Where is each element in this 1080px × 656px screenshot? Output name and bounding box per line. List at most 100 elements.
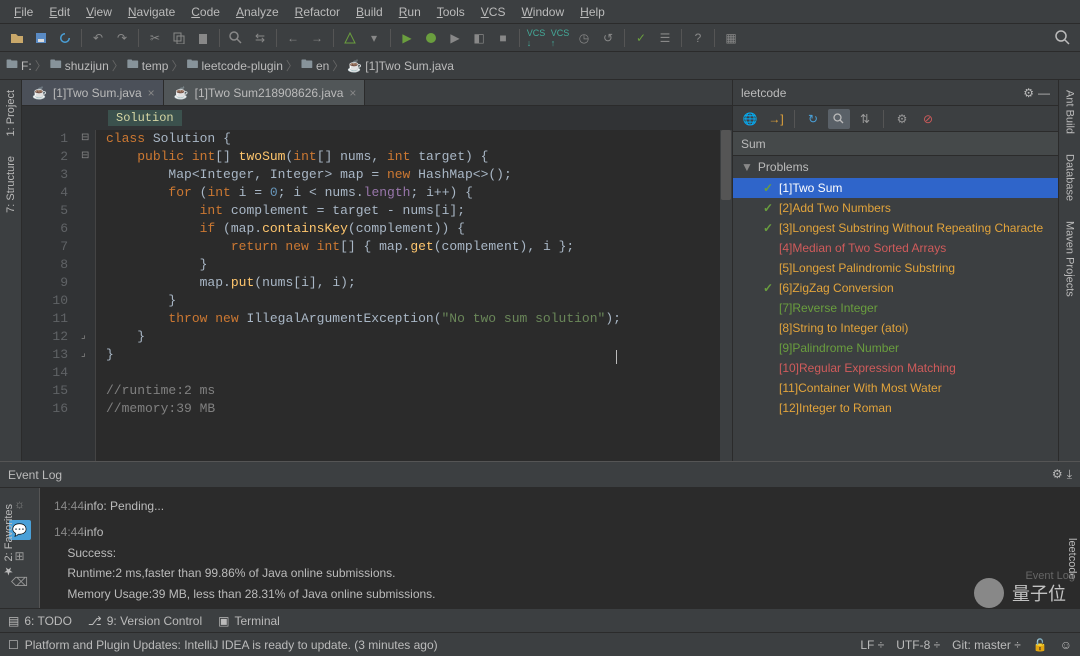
avd-icon[interactable]: ▦ [720,27,742,49]
paste-icon[interactable] [192,27,214,49]
settings-icon[interactable]: ✓ [630,27,652,49]
breadcrumb-item[interactable]: ☕[1]Two Sum.java [347,59,454,73]
git-branch[interactable]: Git: master ÷ [952,638,1021,652]
menu-run[interactable]: Run [391,3,429,21]
context-class[interactable]: Solution [108,110,182,126]
breadcrumb-item[interactable]: 🖿F: [6,55,32,76]
version-control-button[interactable]: ⎇ 9: Version Control [88,614,202,628]
problem-item[interactable]: [4]Median of Two Sorted Arrays [733,238,1058,258]
hector-icon[interactable]: ☺ [1060,638,1072,652]
find-icon[interactable] [225,27,247,49]
problem-item[interactable]: [12]Integer to Roman [733,398,1058,418]
editor-tabs: ☕[1]Two Sum.java×☕[1]Two Sum218908626.ja… [22,80,732,106]
vcs-history-icon[interactable]: ◷ [573,27,595,49]
menu-tools[interactable]: Tools [429,3,473,21]
log-entry: 14:44info Success: Runtime:2 ms,faster t… [54,522,1066,604]
breadcrumb-item[interactable]: 🖿shuzijun [50,55,109,76]
coverage-icon[interactable]: ▶ [444,27,466,49]
close-icon[interactable]: × [148,86,155,100]
menu-code[interactable]: Code [183,3,228,21]
window-icon[interactable]: ☐ [8,638,19,652]
problem-item[interactable]: ✓[3]Longest Substring Without Repeating … [733,218,1058,238]
menu-navigate[interactable]: Navigate [120,3,183,21]
redo-icon[interactable]: ↷ [111,27,133,49]
encoding[interactable]: UTF-8 ÷ [896,638,940,652]
problem-item[interactable]: [9]Palindrome Number [733,338,1058,358]
todo-button[interactable]: ▤ 6: TODO [8,614,72,628]
leetcode-search[interactable] [733,132,1058,156]
problem-item[interactable]: [11]Container With Most Water [733,378,1058,398]
menu-file[interactable]: File [6,3,41,21]
problem-item[interactable]: [7]Reverse Integer [733,298,1058,318]
line-ending[interactable]: LF ÷ [860,638,884,652]
breadcrumb-item[interactable]: 🖿en [301,55,329,76]
debug-icon[interactable] [420,27,442,49]
problem-item[interactable]: [8]String to Integer (atoi) [733,318,1058,338]
cut-icon[interactable]: ✂ [144,27,166,49]
undo-icon[interactable]: ↶ [87,27,109,49]
settings-icon[interactable]: ⚙ [891,109,913,129]
copy-icon[interactable] [168,27,190,49]
fold-column[interactable]: ⊟ ⊟ ⌟ ⌟ [78,130,96,461]
close-icon[interactable]: × [349,86,356,100]
menu-view[interactable]: View [78,3,120,21]
back-icon[interactable]: ← [282,27,304,49]
menu-vcs[interactable]: VCS [473,3,514,21]
menu-analyze[interactable]: Analyze [228,3,287,21]
dropdown-icon[interactable]: ▾ [363,27,385,49]
problem-item[interactable]: ✓[6]ZigZag Conversion [733,278,1058,298]
ant-build-tab[interactable]: Ant Build [1062,80,1078,144]
problem-item[interactable]: [5]Longest Palindromic Substring [733,258,1058,278]
replace-icon[interactable]: ⇆ [249,27,271,49]
vcs-revert-icon[interactable]: ↺ [597,27,619,49]
problem-item[interactable]: ✓[1]Two Sum [733,178,1058,198]
menu-refactor[interactable]: Refactor [287,3,348,21]
favorites-tab[interactable]: ★ 2: Favorites [2,504,15,578]
left-tool-window-bar: 1: Project 7: Structure [0,80,22,461]
open-icon[interactable] [6,27,28,49]
structure-tool-tab[interactable]: 7: Structure [3,146,19,223]
problems-root[interactable]: ▼ Problems [733,156,1058,178]
run-icon[interactable]: ▶ [396,27,418,49]
stop-icon[interactable]: ■ [492,27,514,49]
menu-help[interactable]: Help [572,3,613,21]
structure-icon[interactable]: ☰ [654,27,676,49]
refresh-icon[interactable] [54,27,76,49]
menu-edit[interactable]: Edit [41,3,78,21]
breadcrumb-item[interactable]: 🖿temp [127,55,169,76]
database-tab[interactable]: Database [1062,144,1078,211]
editor-tab[interactable]: ☕[1]Two Sum218908626.java× [164,80,366,105]
filter-icon[interactable]: ⇅ [854,109,876,129]
editor-scrollbar[interactable] [720,130,732,461]
profile-icon[interactable]: ◧ [468,27,490,49]
editor-tab[interactable]: ☕[1]Two Sum.java× [22,80,164,105]
project-tool-tab[interactable]: 1: Project [3,80,19,146]
search-everywhere-icon[interactable] [1052,27,1074,49]
clear-icon[interactable]: ⊘ [917,109,939,129]
login-icon[interactable]: →] [765,109,787,129]
menu-window[interactable]: Window [513,3,572,21]
problem-item[interactable]: ✓[2]Add Two Numbers [733,198,1058,218]
globe-icon[interactable]: 🌐 [739,109,761,129]
search-input[interactable] [741,137,1050,151]
build-icon[interactable] [339,27,361,49]
gear-icon[interactable]: ⚙ [1023,86,1034,100]
breadcrumb-item[interactable]: 🖿leetcode-plugin [186,55,282,76]
vcs-update-icon[interactable]: VCS↓ [525,27,547,49]
terminal-button[interactable]: ▣ Terminal [218,614,280,628]
gear-icon[interactable]: ⚙ [1052,467,1063,482]
save-icon[interactable] [30,27,52,49]
code-area[interactable]: class Solution { public int[] twoSum(int… [96,130,720,461]
forward-icon[interactable]: → [306,27,328,49]
maven-tab[interactable]: Maven Projects [1062,211,1078,307]
search-icon[interactable] [828,109,850,129]
vcs-commit-icon[interactable]: VCS↑ [549,27,571,49]
watermark: 量子位 [974,578,1066,608]
menu-build[interactable]: Build [348,3,391,21]
lock-icon[interactable]: 🔓 [1033,638,1048,652]
refresh-icon[interactable]: ↻ [802,109,824,129]
problem-item[interactable]: [10]Regular Expression Matching [733,358,1058,378]
hide-icon[interactable]: — [1038,86,1050,100]
download-icon[interactable]: ⤓ [1067,467,1072,482]
help-icon[interactable]: ? [687,27,709,49]
